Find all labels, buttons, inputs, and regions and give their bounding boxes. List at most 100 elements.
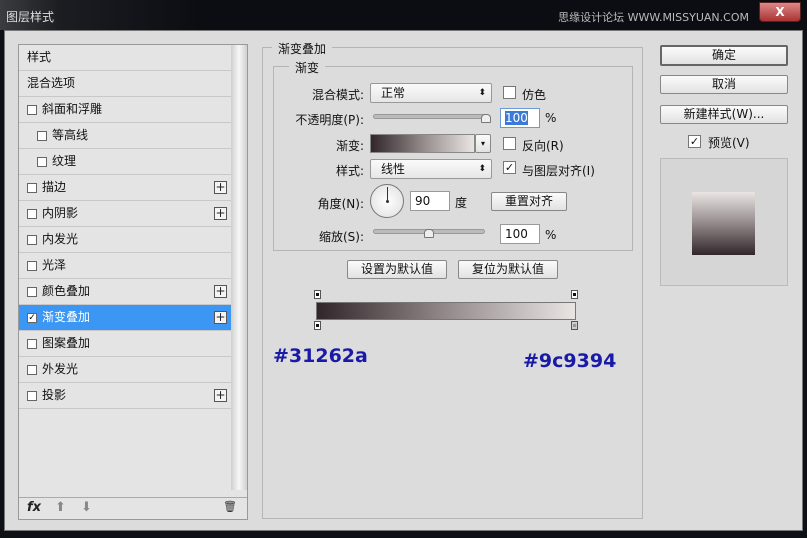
- style-list: 样式 混合选项 斜面和浮雕 等高线 纹理 描边 + 内阴影 + 内发光 光泽 颜色叠加 + ✓ 渐变叠加 + 图…: [18, 44, 248, 520]
- scale-label: 缩放(S):: [318, 230, 364, 244]
- move-down-icon[interactable]: ⬇: [81, 500, 92, 515]
- preview-panel: [660, 158, 788, 286]
- reset-alignment-button[interactable]: 重置对齐: [491, 192, 567, 211]
- sidebar-item-label: 光泽: [42, 258, 67, 272]
- checkbox[interactable]: [37, 130, 47, 141]
- cancel-button[interactable]: 取消: [660, 75, 788, 94]
- sidebar-item-label: 投影: [42, 388, 67, 402]
- start-color-hex: #31262a: [273, 345, 368, 367]
- sidebar-item[interactable]: 斜面和浮雕: [19, 97, 231, 123]
- sidebar-item[interactable]: 纹理: [19, 149, 231, 175]
- checkbox[interactable]: [27, 390, 37, 401]
- sidebar-item[interactable]: 样式: [19, 45, 231, 71]
- angle-unit: 度: [455, 196, 468, 210]
- ok-button[interactable]: 确定: [660, 45, 788, 66]
- angle-value: 90: [415, 194, 431, 208]
- fx-icon[interactable]: fx: [27, 500, 41, 515]
- align-with-layer-checkbox[interactable]: ✓: [503, 161, 516, 174]
- preview-swatch: [692, 192, 755, 255]
- scale-input[interactable]: 100: [500, 224, 540, 244]
- sidebar-item[interactable]: 投影 +: [19, 383, 231, 409]
- gradient-dropdown[interactable]: ▾: [475, 134, 491, 153]
- opacity-stop-right[interactable]: [571, 290, 578, 299]
- checkbox[interactable]: [27, 338, 37, 349]
- checkbox[interactable]: [27, 208, 37, 219]
- sidebar-item-label: 混合选项: [27, 76, 76, 90]
- window-title: 图层样式: [6, 10, 55, 24]
- add-icon[interactable]: +: [214, 389, 227, 402]
- blend-mode-value: 正常: [381, 86, 406, 100]
- blend-mode-select[interactable]: 正常 ⬍: [370, 83, 492, 103]
- checkbox[interactable]: [27, 286, 37, 297]
- trash-icon[interactable]: 🗑: [223, 500, 237, 513]
- gradient-picker[interactable]: [370, 134, 475, 153]
- gradient-bar[interactable]: [316, 302, 576, 320]
- sidebar-item-label: 内发光: [42, 232, 79, 246]
- opacity-slider-thumb[interactable]: [481, 114, 491, 123]
- checkbox[interactable]: [27, 260, 37, 271]
- sidebar-item-label: 样式: [27, 50, 52, 64]
- preview-label: 预览(V): [708, 136, 750, 150]
- list-footer: fx ⬆ ⬇ 🗑: [19, 497, 247, 519]
- sidebar-item[interactable]: 颜色叠加 +: [19, 279, 231, 305]
- set-default-button[interactable]: 设置为默认值: [347, 260, 447, 279]
- end-color-hex: #9c9394: [523, 350, 617, 372]
- new-style-button[interactable]: 新建样式(W)...: [660, 105, 788, 124]
- sidebar-item-label: 颜色叠加: [42, 284, 91, 298]
- opacity-label: 不透明度(P):: [295, 113, 364, 127]
- add-icon[interactable]: +: [214, 311, 227, 324]
- opacity-value: 100: [505, 111, 528, 125]
- scale-value: 100: [505, 227, 528, 241]
- angle-label: 角度(N):: [317, 197, 364, 211]
- reverse-label: 反向(R): [522, 139, 564, 153]
- sidebar-item-label: 等高线: [52, 128, 89, 142]
- spinner-icon: ⬍: [478, 164, 486, 174]
- scale-slider-thumb[interactable]: [424, 229, 434, 238]
- scrollbar[interactable]: [231, 45, 247, 490]
- checkbox[interactable]: ✓: [27, 312, 37, 323]
- dither-label: 仿色: [522, 88, 547, 102]
- move-up-icon[interactable]: ⬆: [55, 500, 66, 515]
- subgroup-title: 渐变: [289, 59, 326, 76]
- sidebar-item[interactable]: 光泽: [19, 253, 231, 279]
- sidebar-item[interactable]: 图案叠加: [19, 331, 231, 357]
- watermark: 思缘设计论坛 WWW.MISSYUAN.COM: [558, 11, 749, 24]
- style-select[interactable]: 线性 ⬍: [370, 159, 492, 179]
- sidebar-item[interactable]: 外发光: [19, 357, 231, 383]
- group-title: 渐变叠加: [272, 40, 333, 57]
- color-stop-left[interactable]: [314, 321, 321, 330]
- sidebar-item[interactable]: ✓ 渐变叠加 +: [19, 305, 231, 331]
- checkbox[interactable]: [27, 364, 37, 375]
- blend-mode-label: 混合模式:: [311, 88, 364, 102]
- close-button[interactable]: X: [759, 2, 801, 22]
- opacity-stop-left[interactable]: [314, 290, 321, 299]
- reverse-checkbox[interactable]: [503, 137, 516, 150]
- add-icon[interactable]: +: [214, 285, 227, 298]
- checkbox[interactable]: [27, 182, 37, 193]
- checkbox[interactable]: [27, 104, 37, 115]
- checkbox[interactable]: [27, 234, 37, 245]
- color-stop-right[interactable]: [571, 321, 578, 330]
- sidebar-item[interactable]: 等高线: [19, 123, 231, 149]
- angle-dial[interactable]: [370, 184, 404, 218]
- opacity-slider[interactable]: [373, 114, 488, 119]
- reset-default-button[interactable]: 复位为默认值: [458, 260, 558, 279]
- style-value: 线性: [381, 162, 406, 176]
- align-with-layer-label: 与图层对齐(I): [522, 164, 595, 178]
- spinner-icon: ⬍: [478, 88, 486, 98]
- sidebar-item[interactable]: 内发光: [19, 227, 231, 253]
- sidebar-item[interactable]: 混合选项: [19, 71, 231, 97]
- add-icon[interactable]: +: [214, 207, 227, 220]
- sidebar-item-label: 外发光: [42, 362, 79, 376]
- title-bar: 图层样式 思缘设计论坛 WWW.MISSYUAN.COM X: [0, 0, 807, 30]
- checkbox[interactable]: [37, 156, 47, 167]
- preview-checkbox[interactable]: ✓: [688, 135, 701, 148]
- add-icon[interactable]: +: [214, 181, 227, 194]
- sidebar-item-label: 纹理: [52, 154, 77, 168]
- opacity-input[interactable]: 100: [500, 108, 540, 128]
- percent-label: %: [545, 111, 557, 125]
- sidebar-item[interactable]: 描边 +: [19, 175, 231, 201]
- angle-input[interactable]: 90: [410, 191, 450, 211]
- dither-checkbox[interactable]: [503, 86, 516, 99]
- sidebar-item[interactable]: 内阴影 +: [19, 201, 231, 227]
